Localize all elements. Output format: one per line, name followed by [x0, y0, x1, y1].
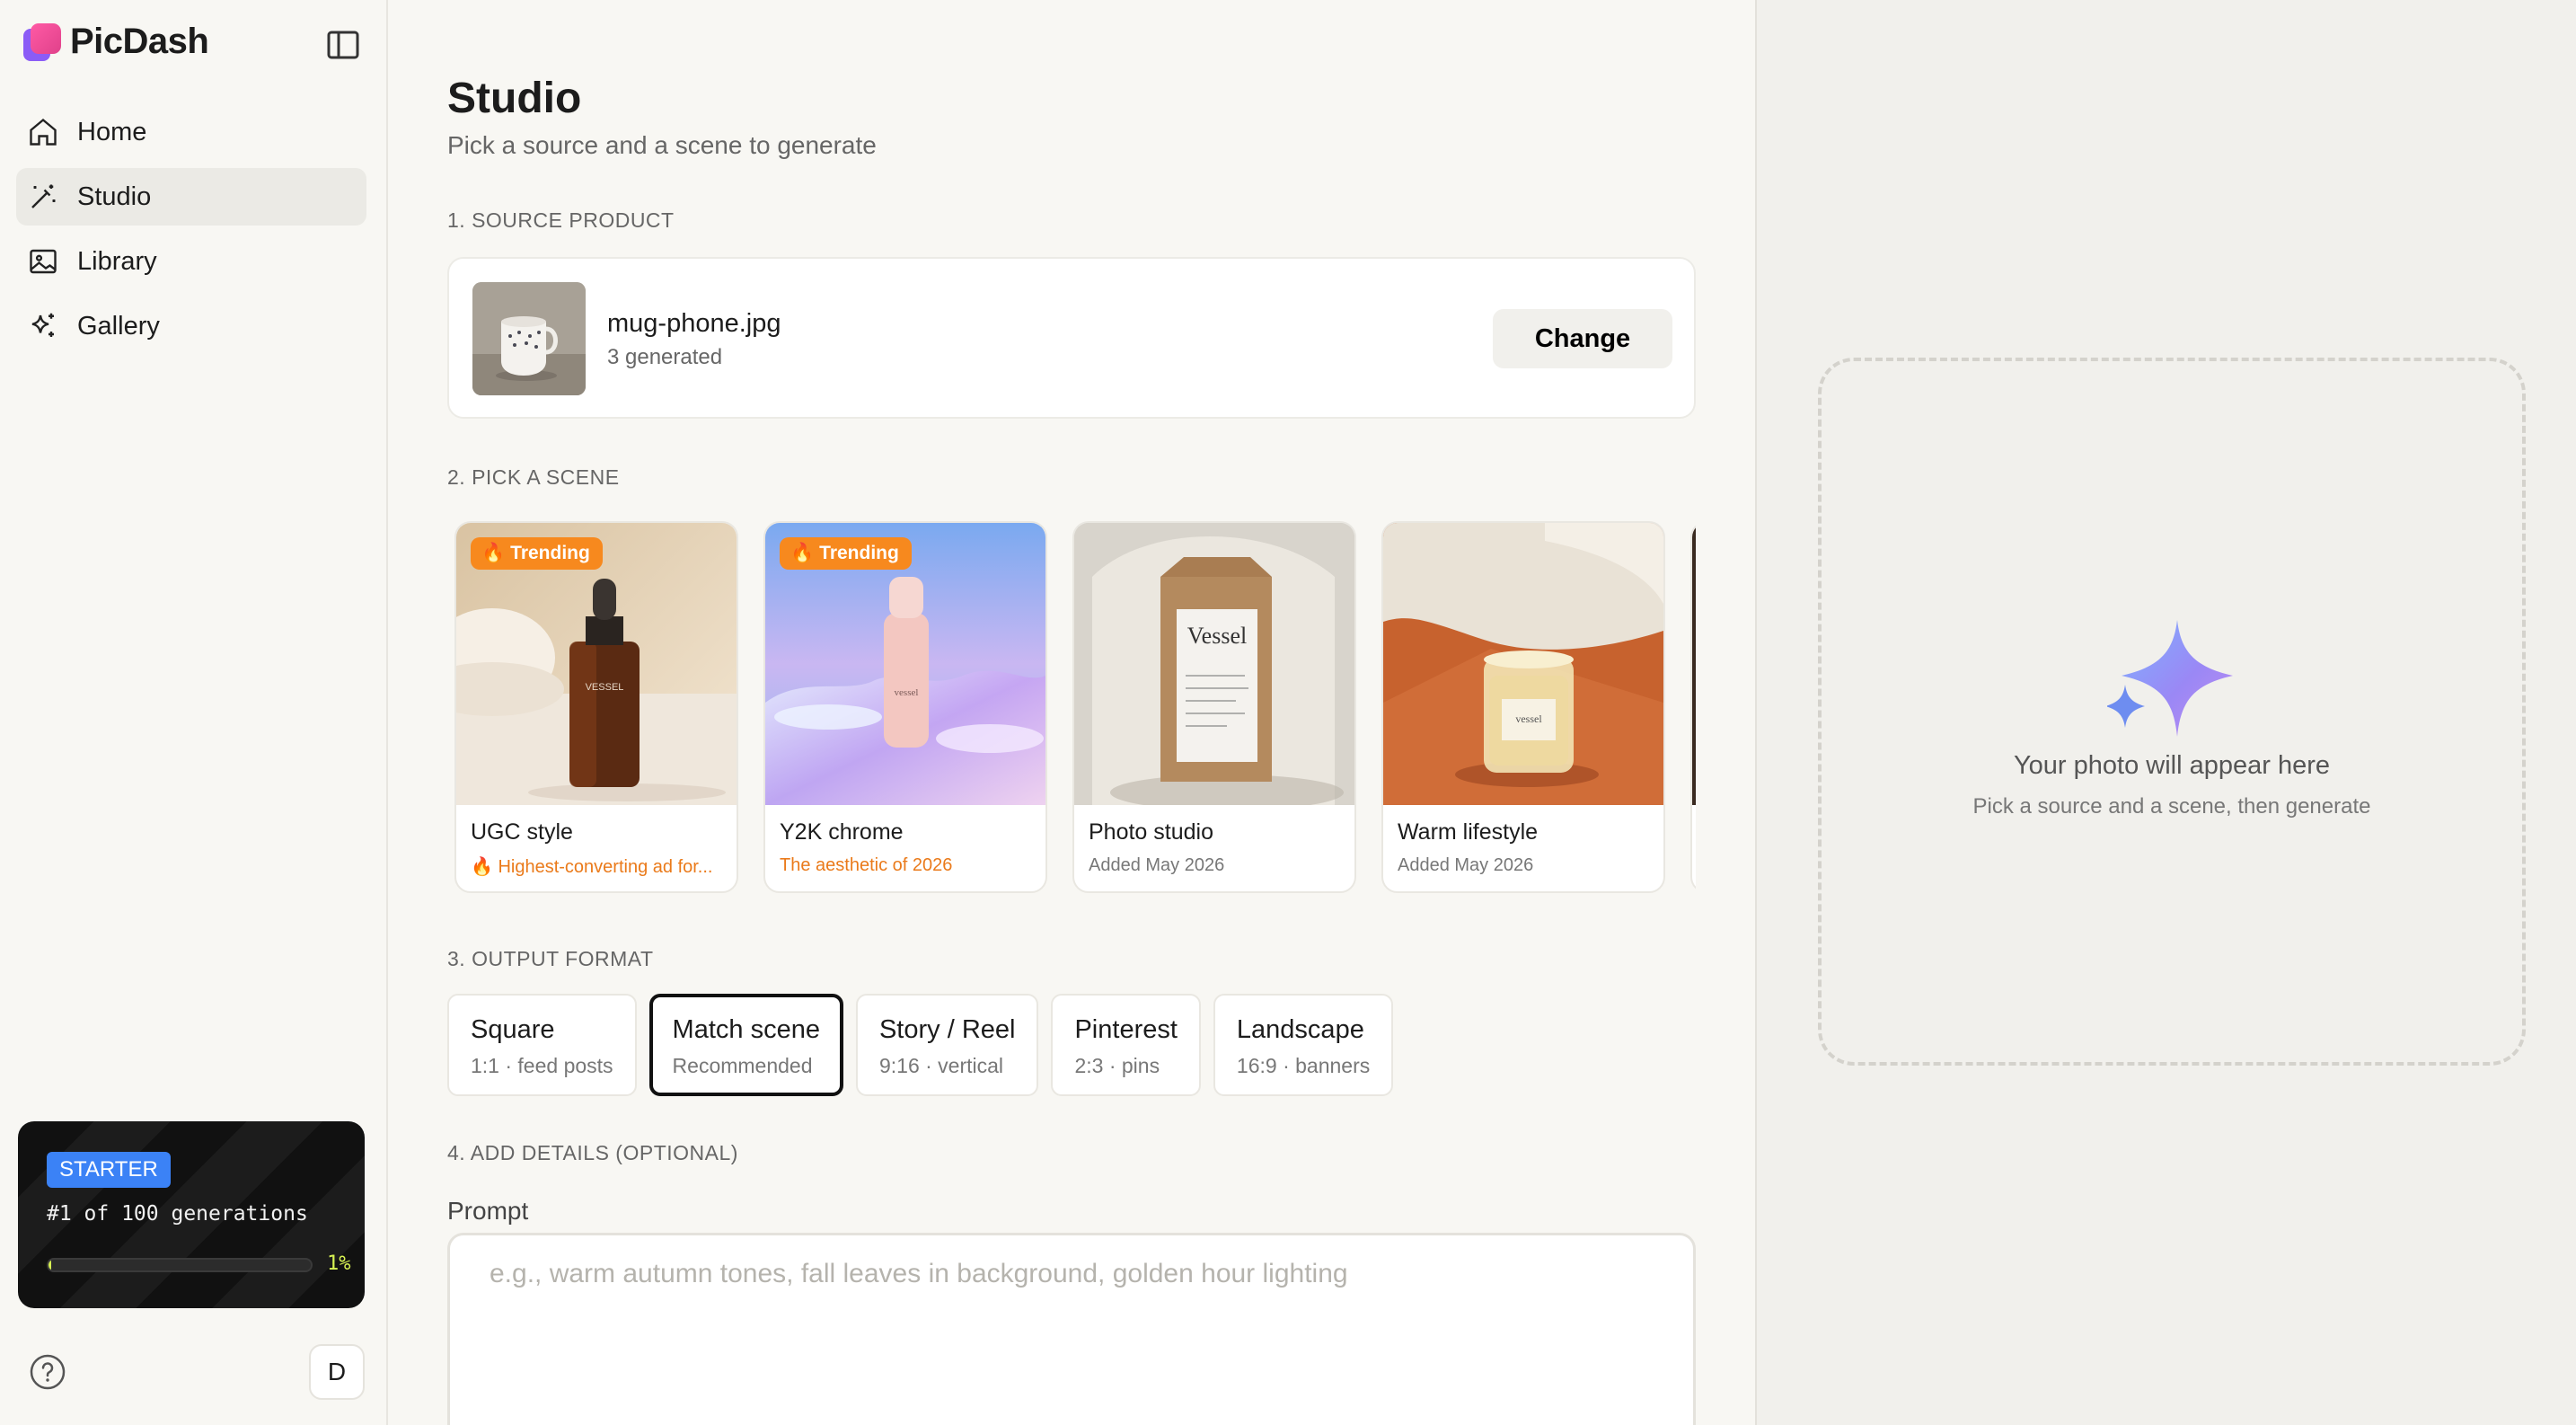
prompt-label: Prompt	[447, 1197, 529, 1225]
sidebar-item-library[interactable]: Library	[16, 233, 366, 290]
brand[interactable]: PicDash	[23, 22, 209, 62]
format-sub: 16:9 · banners	[1236, 1054, 1371, 1077]
sidebar-item-label: Library	[77, 246, 157, 276]
sparkles-icon	[31, 313, 54, 337]
format-option-match-scene[interactable]: Match scene Recommended	[648, 994, 843, 1096]
format-title: Story / Reel	[878, 1015, 1016, 1044]
sidebar: PicDash Home Studio Library Gallery STAR…	[0, 0, 388, 1425]
preview-panel: Your photo will appear here Pick a sourc…	[1755, 0, 2576, 1425]
plan-progress-fill	[49, 1260, 51, 1270]
sparkle-icon	[2107, 620, 2233, 737]
format-sub: Recommended	[672, 1054, 813, 1077]
scene-desc: The aesthetic of 2026	[780, 855, 953, 875]
format-sub: 1:1 · feed posts	[471, 1054, 613, 1077]
format-title: Landscape	[1236, 1015, 1364, 1044]
scene-card-ugc-style[interactable]: VESSEL 🔥 Trending UGC style 🔥 Highest-con…	[454, 521, 738, 893]
plan-usage-text: #1 of 100 generations	[47, 1202, 308, 1226]
scene-card-y2k-chrome[interactable]: vessel 🔥 Trending Y2K chrome The aestheti…	[763, 521, 1047, 893]
source-thumbnail	[472, 282, 586, 395]
page-title: Studio	[447, 75, 582, 122]
scene-card-warm-lifestyle[interactable]: vessel Warm lifestyle Added May 2026	[1381, 521, 1665, 893]
scene-name: Photo studio	[1089, 819, 1213, 845]
scene-desc: Added May 2026	[1398, 855, 1534, 875]
scene-section-label: 2. PICK A SCENE	[447, 465, 620, 489]
format-title: Match scene	[672, 1015, 820, 1044]
plan-progress-bar	[47, 1258, 313, 1272]
source-file-meta: 3 generated	[607, 345, 723, 369]
format-title: Pinterest	[1074, 1015, 1178, 1044]
source-file-name: mug-phone.jpg	[607, 309, 781, 338]
fire-icon: 🔥	[481, 543, 506, 563]
plan-card[interactable]: STARTER #1 of 100 generations 1%	[18, 1121, 365, 1308]
sidebar-item-home[interactable]: Home	[16, 103, 366, 161]
scene-desc: Added May 2026	[1089, 855, 1225, 875]
sidebar-nav: Home Studio Library Gallery	[16, 103, 366, 362]
fire-icon: 🔥	[790, 543, 815, 563]
format-option-story-reel[interactable]: Story / Reel 9:16 · vertical	[855, 994, 1039, 1096]
plan-badge: STARTER	[47, 1152, 171, 1188]
scene-name: Warm lifestyle	[1398, 819, 1539, 845]
magic-wand-icon	[31, 184, 56, 208]
preview-subtitle: Pick a source and a scene, then generate	[1972, 794, 2371, 819]
format-sub: 9:16 · vertical	[878, 1054, 1004, 1077]
scene-name: Y2K chrome	[780, 819, 904, 845]
change-source-button[interactable]: Change	[1493, 309, 1672, 368]
format-option-landscape[interactable]: Landscape 16:9 · banners	[1213, 994, 1394, 1096]
help-icon[interactable]	[29, 1353, 66, 1391]
scene-carousel[interactable]: VESSEL 🔥 Trending UGC style 🔥 Highest-con…	[454, 521, 1696, 893]
brand-name: PicDash	[70, 22, 209, 61]
picdash-logo-icon	[23, 22, 61, 61]
candle-label: vessel	[1515, 712, 1542, 725]
trending-badge: 🔥 Trending	[780, 537, 912, 570]
format-option-square[interactable]: Square 1:1 · feed posts	[447, 994, 637, 1096]
chrome-bottle-label: vessel	[895, 687, 919, 698]
prompt-input[interactable]	[447, 1233, 1696, 1425]
studio-main: Studio Pick a source and a scene to gene…	[388, 0, 1755, 1425]
preview-dropzone: Your photo will appear here Pick a sourc…	[1818, 358, 2526, 1066]
scene-card-partial[interactable]	[1690, 521, 1696, 893]
sidebar-item-label: Home	[77, 117, 147, 146]
format-sub: 2:3 · pins	[1074, 1054, 1160, 1077]
sidebar-item-label: Studio	[77, 181, 152, 211]
sidebar-item-studio[interactable]: Studio	[16, 168, 366, 226]
format-title: Square	[471, 1015, 555, 1044]
sidebar-item-gallery[interactable]: Gallery	[16, 297, 366, 355]
preview-title: Your photo will appear here	[2013, 751, 2330, 780]
scene-image	[1692, 523, 1696, 805]
trending-badge: 🔥 Trending	[471, 537, 603, 570]
sidebar-item-label: Gallery	[77, 311, 160, 341]
page-subtitle: Pick a source and a scene to generate	[447, 131, 877, 159]
scene-desc: 🔥 Highest-converting ad for...	[471, 857, 713, 877]
format-option-pinterest[interactable]: Pinterest 2:3 · pins	[1051, 994, 1201, 1096]
sidebar-toggle-icon[interactable]	[325, 29, 361, 61]
scene-image: Vessel	[1074, 523, 1354, 805]
details-section-label: 4. ADD DETAILS (OPTIONAL)	[447, 1141, 738, 1164]
scene-name: UGC style	[471, 819, 573, 845]
avatar[interactable]: D	[309, 1344, 365, 1400]
plan-progress-label: 1%	[327, 1252, 351, 1275]
source-card: mug-phone.jpg 3 generated Change	[447, 257, 1696, 419]
dropper-label: VESSEL	[586, 682, 624, 693]
image-icon	[30, 249, 57, 274]
home-icon	[30, 118, 57, 146]
coffee-bag-label: Vessel	[1187, 623, 1247, 649]
format-options: Square 1:1 · feed posts Match scene Reco…	[447, 994, 1394, 1096]
output-section-label: 3. OUTPUT FORMAT	[447, 947, 654, 970]
scene-card-photo-studio[interactable]: Vessel Photo studio Added May 2026	[1072, 521, 1356, 893]
source-section-label: 1. SOURCE PRODUCT	[447, 208, 675, 232]
scene-image: vessel	[1383, 523, 1663, 805]
